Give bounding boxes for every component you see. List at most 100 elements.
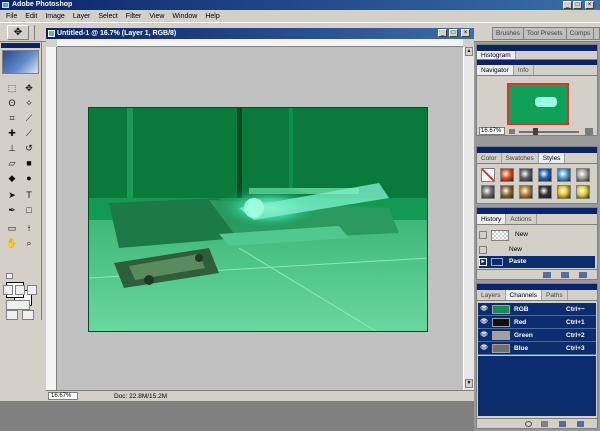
style-swatch[interactable] (557, 185, 571, 199)
menu-window[interactable]: Window (168, 13, 201, 20)
tool-preset-picker[interactable]: ✥ (7, 25, 29, 40)
scroll-down-icon[interactable]: ▼ (465, 379, 473, 388)
eyedropper-icon[interactable]: ⟊ (22, 222, 36, 235)
history-snapshot[interactable]: New (479, 228, 595, 242)
navigator-zoom-field[interactable]: 16.67% (479, 127, 505, 135)
feather-logo-icon[interactable] (2, 50, 39, 74)
channel-row-red[interactable]: 👁 Red Ctrl+1 (478, 316, 596, 329)
tab-navigator[interactable]: Navigator (477, 65, 514, 75)
navigator-preview[interactable] (507, 83, 569, 125)
move-tool-icon[interactable]: ✥ (22, 82, 36, 95)
document-title-bar[interactable]: Untitled-1 @ 16.7% (Layer 1, RGB/8) (46, 28, 474, 39)
save-selection-icon[interactable] (541, 421, 548, 427)
notes-tool-icon[interactable]: ▭ (5, 222, 19, 235)
load-selection-icon[interactable] (525, 421, 532, 427)
screen-mode-full-icon[interactable] (27, 285, 37, 295)
style-swatch[interactable] (500, 168, 514, 182)
hand-tool-icon[interactable]: ✋ (5, 237, 19, 250)
style-swatch[interactable] (576, 185, 590, 199)
tab-swatches[interactable]: Swatches (502, 153, 539, 163)
style-swatch[interactable] (519, 168, 533, 182)
pen-tool-icon[interactable]: ✒ (5, 204, 19, 217)
lasso-tool-icon[interactable]: ʘ (5, 97, 19, 110)
tab-paths[interactable]: Paths (542, 290, 568, 300)
clone-stamp-icon[interactable]: ⊥ (5, 142, 19, 155)
eraser-tool-icon[interactable]: ▱ (5, 157, 19, 170)
zoom-in-icon[interactable] (585, 128, 593, 135)
history-brush-icon[interactable]: ↺ (22, 142, 36, 155)
eye-icon[interactable]: 👁 (480, 332, 488, 339)
tab-tool-presets[interactable]: Tool Presets (524, 28, 567, 39)
history-item[interactable]: New (479, 244, 595, 256)
screen-mode-menu-icon[interactable] (15, 285, 25, 295)
crop-tool-icon[interactable]: ⌗ (5, 112, 19, 125)
channel-row-rgb[interactable]: 👁 RGB Ctrl+~ (478, 303, 596, 316)
tab-info[interactable]: Info (514, 65, 534, 75)
doc-maximize-button[interactable]: □ (449, 29, 458, 37)
marquee-tool-icon[interactable]: ⬚ (5, 82, 19, 95)
zoom-out-icon[interactable] (509, 129, 515, 134)
eye-icon[interactable]: 👁 (480, 345, 488, 352)
channel-row-green[interactable]: 👁 Green Ctrl+2 (478, 329, 596, 342)
menu-file[interactable]: File (2, 13, 21, 20)
vertical-scrollbar[interactable]: ▲ ▼ (463, 47, 474, 390)
snapshot-source-icon[interactable] (479, 231, 487, 239)
history-item-active[interactable]: ▸ Paste (479, 256, 595, 268)
standard-mode-icon[interactable] (6, 310, 18, 320)
no-style-icon[interactable] (481, 168, 495, 182)
zoom-tool-icon[interactable]: ⌕ (22, 237, 36, 250)
shape-tool-icon[interactable]: □ (22, 204, 36, 217)
style-swatch[interactable] (538, 168, 552, 182)
eye-icon[interactable]: 👁 (480, 306, 488, 313)
vertical-ruler[interactable] (46, 47, 57, 390)
tab-history[interactable]: History (477, 214, 507, 224)
slice-tool-icon[interactable]: ⟋ (22, 112, 36, 125)
new-channel-icon[interactable] (559, 421, 566, 427)
type-tool-icon[interactable]: T (22, 189, 36, 202)
history-source-icon[interactable] (479, 246, 487, 254)
doc-minimize-button[interactable]: _ (438, 29, 447, 37)
menu-edit[interactable]: Edit (21, 13, 41, 20)
channel-row-blue[interactable]: 👁 Blue Ctrl+3 (478, 342, 596, 355)
new-snapshot-icon[interactable] (561, 272, 569, 278)
zoom-slider-thumb[interactable] (533, 128, 538, 135)
minimize-button[interactable]: _ (563, 1, 572, 9)
style-swatch[interactable] (557, 168, 571, 182)
zoom-slider[interactable] (519, 131, 579, 133)
scroll-up-icon[interactable]: ▲ (465, 47, 473, 56)
tab-layers[interactable]: Layers (477, 290, 506, 300)
tab-histogram[interactable]: Histogram (477, 51, 516, 59)
history-state-arrow-icon[interactable]: ▸ (479, 258, 487, 266)
brush-tool-icon[interactable]: ⟋ (22, 127, 36, 140)
tab-channels[interactable]: Channels (505, 290, 542, 300)
eye-icon[interactable]: 👁 (480, 319, 488, 326)
healing-brush-icon[interactable]: ✚ (5, 127, 19, 140)
style-swatch[interactable] (576, 168, 590, 182)
screen-mode-standard-icon[interactable] (3, 285, 13, 295)
dodge-tool-icon[interactable]: ● (22, 172, 36, 185)
style-swatch[interactable] (500, 185, 514, 199)
blur-tool-icon[interactable]: ◆ (5, 172, 19, 185)
magic-wand-icon[interactable]: ✧ (22, 97, 36, 110)
canvas-image[interactable] (88, 107, 428, 332)
new-document-icon[interactable] (543, 272, 551, 278)
menu-filter[interactable]: Filter (122, 13, 146, 20)
style-swatch[interactable] (481, 185, 495, 199)
quick-mask-icon[interactable] (22, 310, 34, 320)
trash-icon[interactable] (577, 421, 584, 427)
style-swatch[interactable] (538, 185, 552, 199)
menu-view[interactable]: View (145, 13, 168, 20)
menu-image[interactable]: Image (41, 13, 68, 20)
gradient-tool-icon[interactable]: ■ (22, 157, 36, 170)
toolbox-grip[interactable] (1, 43, 40, 48)
default-colors-icon[interactable] (6, 273, 13, 279)
style-swatch[interactable] (519, 185, 533, 199)
menu-select[interactable]: Select (94, 13, 121, 20)
close-button[interactable]: × (585, 1, 594, 9)
menu-help[interactable]: Help (201, 13, 223, 20)
doc-close-button[interactable]: × (461, 29, 470, 37)
maximize-button[interactable]: □ (573, 1, 582, 9)
menu-layer[interactable]: Layer (69, 13, 95, 20)
path-select-icon[interactable]: ➤ (5, 189, 19, 202)
horizontal-ruler[interactable] (57, 39, 463, 47)
